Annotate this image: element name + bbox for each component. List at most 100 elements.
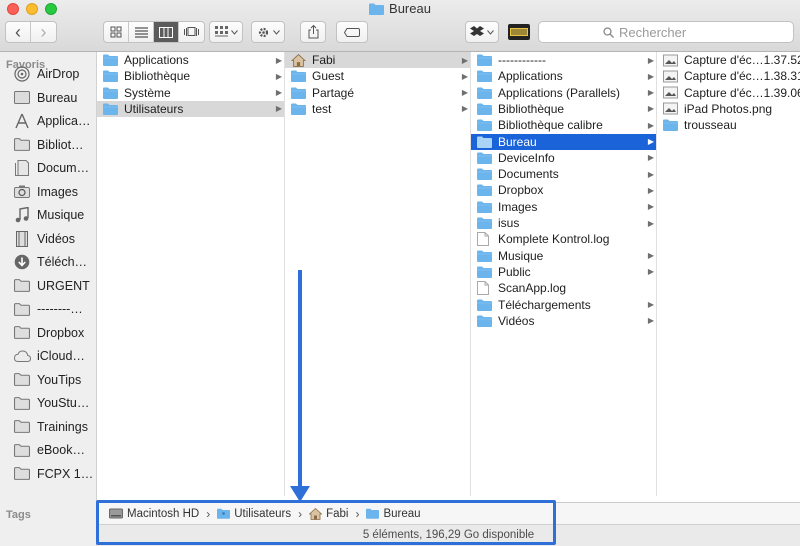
chevron-down-icon (487, 29, 494, 35)
action-menu-button[interactable] (251, 21, 285, 43)
sidebar-item[interactable]: Vidéos (0, 228, 96, 250)
row-label: Public (498, 264, 531, 279)
folder-row[interactable]: ------------ ▶ (471, 52, 656, 68)
cover-flow-view-button[interactable] (179, 22, 204, 42)
row-label: Documents (498, 167, 559, 182)
folder-icon (663, 119, 679, 132)
forward-button[interactable]: › (31, 22, 56, 42)
file-row[interactable]: iPad Photos.png (657, 101, 800, 117)
sidebar-item[interactable]: Images (0, 181, 96, 203)
folder-row[interactable]: Images ▶ (471, 199, 656, 215)
folder-row[interactable]: Bibliothèque calibre ▶ (471, 117, 656, 133)
column-view-button[interactable] (154, 22, 179, 42)
folder-row[interactable]: Dropbox ▶ (471, 182, 656, 198)
row-label: Système (124, 85, 171, 100)
share-icon (308, 25, 318, 39)
sidebar-item[interactable]: Bibliot… (0, 134, 96, 156)
folder-row[interactable]: Public ▶ (471, 264, 656, 280)
sidebar-item-label: Docum… (37, 161, 90, 175)
sidebar-item[interactable]: Bureau (0, 87, 96, 109)
sidebar-item[interactable]: YouStu… (0, 392, 96, 414)
folder-row[interactable]: Guest ▶ (285, 68, 470, 84)
disclosure-arrow-icon: ▶ (275, 55, 283, 65)
sidebar-item[interactable]: Téléch… (0, 251, 96, 273)
disclosure-arrow-icon: ▶ (647, 55, 655, 65)
folder-row[interactable]: Utilisateurs ▶ (97, 100, 284, 117)
share-button[interactable] (300, 21, 326, 43)
sidebar-item[interactable]: Applica… (0, 110, 96, 132)
row-label: Applications (Parallels) (498, 85, 621, 100)
folder-row[interactable]: Applications ▶ (97, 52, 284, 68)
sidebar-item[interactable]: Dropbox (0, 322, 96, 344)
dropbox-menu-button[interactable] (465, 21, 499, 43)
search-input[interactable] (619, 24, 729, 40)
dropbox-icon (470, 26, 484, 36)
folder-icon (477, 151, 493, 164)
download-icon (13, 254, 31, 270)
row-label: iPad Photos.png (684, 101, 773, 116)
folder-row[interactable]: Applications (Parallels) ▶ (471, 85, 656, 101)
app-shortcut-icon[interactable] (507, 20, 531, 44)
folder-icon (477, 54, 493, 67)
folder-row[interactable]: Applications ▶ (471, 68, 656, 84)
row-label: ScanApp.log (498, 281, 567, 296)
edit-tags-button[interactable] (336, 21, 368, 43)
sidebar-item-label: Bibliot… (37, 137, 84, 152)
sidebar-item[interactable]: eBook… (0, 439, 96, 461)
file-row[interactable]: Capture d'éc…1.39.06 (657, 85, 800, 101)
file-row[interactable]: trousseau (657, 117, 800, 133)
row-label: Capture d'éc…1.38.31 (684, 69, 800, 84)
applications-icon (13, 113, 31, 129)
folder-row[interactable]: Bibliothèque ▶ (97, 68, 284, 84)
folder-icon (13, 372, 31, 388)
arrange-menu-button[interactable] (209, 21, 243, 43)
sidebar-item[interactable]: --------… (0, 298, 96, 320)
sidebar-item-label: --------… (37, 302, 83, 316)
folder-row[interactable]: isus ▶ (471, 215, 656, 231)
sidebar-tags-heading: Tags (6, 509, 31, 521)
folder-row[interactable]: Partagé ▶ (285, 85, 470, 101)
sidebar-item[interactable]: Musique (0, 204, 96, 226)
search-field[interactable] (538, 21, 794, 43)
sidebar-item[interactable]: URGENT (0, 275, 96, 297)
path-crumb-utilisateurs[interactable]: Utilisateurs (217, 508, 291, 520)
sidebar-item[interactable]: YouTips (0, 369, 96, 391)
back-button[interactable]: ‹ (6, 22, 31, 42)
sidebar-item-label: Vidéos (37, 231, 75, 246)
folder-icon (291, 86, 307, 99)
row-label: Guest (312, 69, 345, 84)
folder-icon (369, 3, 385, 15)
folder-row[interactable]: Musique ▶ (471, 248, 656, 264)
sidebar-item-label: iCloud… (37, 349, 85, 363)
folder-row[interactable]: Système ▶ (97, 85, 284, 101)
folder-row[interactable]: Bibliothèque ▶ (471, 101, 656, 117)
file-row[interactable]: ScanApp.log (471, 280, 656, 296)
sidebar-item[interactable]: iCloud… (0, 345, 96, 367)
column-home: ------------ ▶ Applications ▶ Applications (… (471, 52, 657, 496)
folder-row[interactable]: test ▶ (285, 101, 470, 117)
sidebar-item[interactable]: Docum… (0, 157, 96, 179)
folder-row[interactable]: DeviceInfo ▶ (471, 150, 656, 166)
folder-icon (477, 217, 493, 230)
grid-icon (110, 26, 122, 38)
file-row[interactable]: Komplete Kontrol.log (471, 231, 656, 247)
folder-icon (366, 508, 380, 519)
sidebar-item[interactable]: Trainings (0, 416, 96, 438)
list-view-button[interactable] (129, 22, 154, 42)
folder-row[interactable]: Bureau ▶ (471, 133, 656, 150)
sidebar-item[interactable]: FCPX 1… (0, 463, 96, 485)
icon-view-button[interactable] (104, 22, 129, 42)
path-crumb-bureau[interactable]: Bureau (366, 508, 421, 520)
disclosure-arrow-icon: ▶ (461, 55, 469, 65)
window-title: Bureau (0, 1, 800, 16)
sidebar-item[interactable]: AirDrop (0, 63, 96, 85)
folder-row[interactable]: Téléchargements ▶ (471, 297, 656, 313)
file-row[interactable]: Capture d'éc…1.37.52 (657, 52, 800, 68)
file-row[interactable]: Capture d'éc…1.38.31 (657, 68, 800, 84)
folder-row[interactable]: Vidéos ▶ (471, 313, 656, 329)
cover-flow-icon (184, 26, 199, 36)
folder-row[interactable]: Fabi ▶ (285, 52, 470, 68)
folder-row[interactable]: Documents ▶ (471, 166, 656, 182)
path-crumb-fabi[interactable]: Fabi (309, 507, 348, 520)
path-crumb-macintosh-hd[interactable]: Macintosh HD (109, 508, 199, 520)
